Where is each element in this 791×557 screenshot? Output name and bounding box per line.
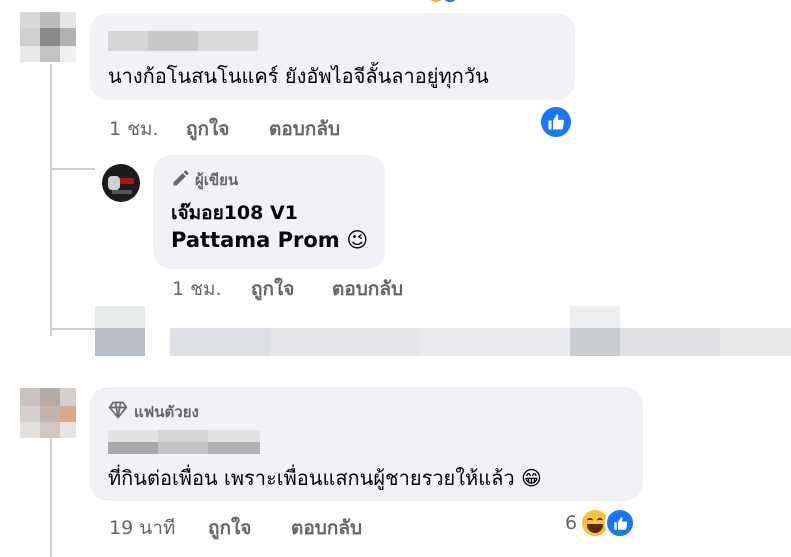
top-reaction-icons (428, 0, 468, 2)
reaction-summary[interactable]: 6 (565, 508, 640, 540)
comment-author-blurred-2[interactable] (108, 430, 260, 454)
grin-emoji-icon: 😁 (520, 466, 542, 490)
reply-link-2[interactable]: ตอบกลับ (291, 513, 362, 543)
comment-text-1: นางก้อโนสนโนแคร์ ยังอัพไอจีลั้นลาอยู่ทุก… (108, 64, 489, 88)
comment-text-2: ที่กินต่อเพื่อน เพราะเพื่อนแสกนผู้ชายรวย… (108, 466, 515, 490)
reply-time[interactable]: 1 ชม. (172, 274, 222, 304)
diamond-icon (108, 400, 128, 420)
pencil-icon (171, 168, 191, 188)
thread-connector-reply (50, 168, 95, 170)
comment-time-1[interactable]: 1 ชม. (109, 114, 159, 144)
like-icon[interactable] (541, 107, 571, 137)
like-link-2[interactable]: ถูกใจ (208, 513, 251, 543)
reaction-count: 6 (565, 512, 578, 534)
like-link-reply[interactable]: ถูกใจ (251, 274, 294, 304)
reply-link-reply[interactable]: ตอบกลับ (332, 274, 403, 304)
reply-author-name[interactable]: เจ๊มอย108 V1 (171, 198, 298, 228)
thread-line-main (50, 64, 52, 336)
thread-connector-more (50, 328, 95, 330)
avatar-blurred-1[interactable] (20, 12, 76, 62)
avatar-blurred-2[interactable] (20, 388, 76, 438)
fan-badge: แฟนตัวยง (134, 403, 199, 421)
comment-time-2[interactable]: 19 นาที (109, 513, 175, 543)
author-avatar[interactable] (102, 164, 140, 202)
author-badge: ผู้เขียน (195, 171, 239, 189)
comment-text-line-2: ที่กินต่อเพื่อน เพราะเพื่อนแสกนผู้ชายรวย… (108, 462, 542, 494)
thread-line-second (50, 438, 52, 557)
comment-author-blurred-1[interactable] (108, 31, 258, 51)
reply-link-1[interactable]: ตอบกลับ (269, 114, 340, 144)
more-replies-blurred[interactable] (95, 306, 791, 366)
reply-text-line: Pattama Prom 😉 (171, 228, 368, 252)
like-link-1[interactable]: ถูกใจ (186, 114, 229, 144)
reply-mention[interactable]: Pattama Prom (171, 228, 340, 252)
wink-emoji-icon: 😉 (346, 228, 369, 252)
like-reaction-icon (605, 508, 635, 538)
